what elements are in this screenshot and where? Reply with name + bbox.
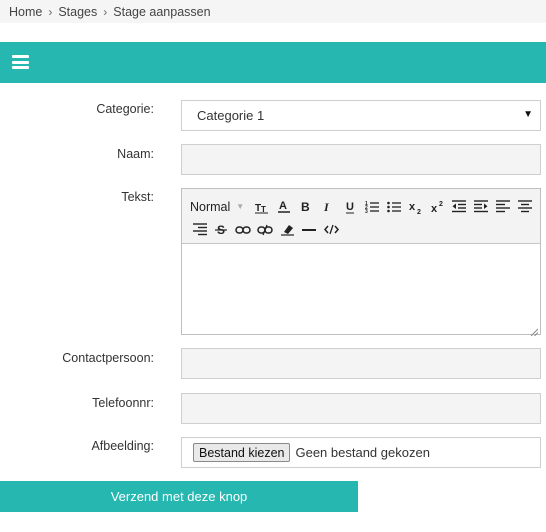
subscript-icon[interactable]: x2	[405, 197, 427, 217]
breadcrumb-separator: ›	[103, 4, 108, 19]
unordered-list-icon[interactable]	[383, 197, 405, 217]
svg-text:3: 3	[365, 209, 368, 213]
tekst-label: Tekst:	[121, 190, 154, 204]
editor-toolbar: Normal ▼ TT A B I U 123 x 2 x 2	[182, 189, 540, 244]
hamburger-menu-icon[interactable]	[12, 55, 29, 69]
categorie-select[interactable]: Categorie 1 ▼	[181, 100, 541, 131]
file-status-text: Geen bestand gekozen	[295, 445, 430, 460]
italic-icon[interactable]: I	[317, 197, 339, 217]
choose-file-button[interactable]: Bestand kiezen	[193, 443, 291, 462]
unlink-icon[interactable]	[254, 220, 276, 240]
svg-text:U: U	[346, 201, 354, 213]
breadcrumb-separator: ›	[48, 4, 53, 19]
dropdown-arrow-icon: ▼	[523, 109, 533, 120]
superscript-icon[interactable]: x2	[427, 197, 449, 217]
outdent-icon[interactable]	[449, 197, 471, 217]
svg-text:x: x	[409, 201, 416, 213]
tekst-textarea[interactable]	[182, 245, 540, 334]
afbeelding-file-input: Bestand kiezen Geen bestand gekozen	[181, 437, 541, 468]
align-right-icon[interactable]	[190, 220, 210, 240]
telefoonnr-input[interactable]	[181, 393, 541, 424]
telefoonnr-label: Telefoonnr:	[92, 396, 154, 410]
breadcrumb-home[interactable]: Home	[9, 5, 42, 19]
align-left-icon[interactable]	[492, 197, 514, 217]
categorie-label: Categorie:	[96, 102, 154, 116]
svg-text:2: 2	[417, 209, 421, 214]
breadcrumb: Home › Stages › Stage aanpassen	[0, 0, 546, 23]
svg-text:A: A	[279, 200, 287, 212]
svg-text:I: I	[323, 200, 330, 213]
bold-icon[interactable]: B	[295, 197, 317, 217]
text-size-icon[interactable]: TT	[252, 197, 274, 217]
format-select-value: Normal	[190, 199, 231, 214]
font-color-icon[interactable]: A	[274, 197, 296, 217]
contactpersoon-label: Contactpersoon:	[62, 351, 154, 365]
chevron-down-icon: ▼	[236, 202, 245, 211]
code-icon[interactable]	[320, 220, 342, 240]
afbeelding-label: Afbeelding:	[91, 439, 154, 453]
format-select[interactable]: Normal ▼	[190, 197, 252, 217]
horizontal-rule-icon[interactable]	[298, 220, 320, 240]
breadcrumb-current: Stage aanpassen	[113, 4, 211, 19]
align-center-icon[interactable]	[514, 197, 536, 217]
clear-format-icon[interactable]	[276, 220, 298, 240]
top-navigation-bar	[0, 42, 546, 83]
naam-label: Naam:	[117, 147, 154, 161]
naam-input[interactable]	[181, 144, 541, 175]
underline-icon[interactable]: U	[339, 197, 361, 217]
svg-text:B: B	[301, 200, 310, 213]
contactpersoon-input[interactable]	[181, 348, 541, 379]
submit-button[interactable]: Verzend met deze knop	[0, 481, 358, 512]
ordered-list-icon[interactable]: 123	[361, 197, 383, 217]
rich-text-editor: Normal ▼ TT A B I U 123 x 2 x 2	[181, 188, 541, 337]
indent-icon[interactable]	[470, 197, 492, 217]
svg-text:2: 2	[439, 201, 443, 208]
link-icon[interactable]	[232, 220, 254, 240]
strikethrough-icon[interactable]: S	[210, 220, 232, 240]
svg-text:x: x	[431, 203, 438, 214]
categorie-selected-value: Categorie 1	[197, 108, 265, 123]
breadcrumb-stages[interactable]: Stages	[58, 5, 97, 19]
resize-handle-icon[interactable]	[530, 324, 539, 337]
